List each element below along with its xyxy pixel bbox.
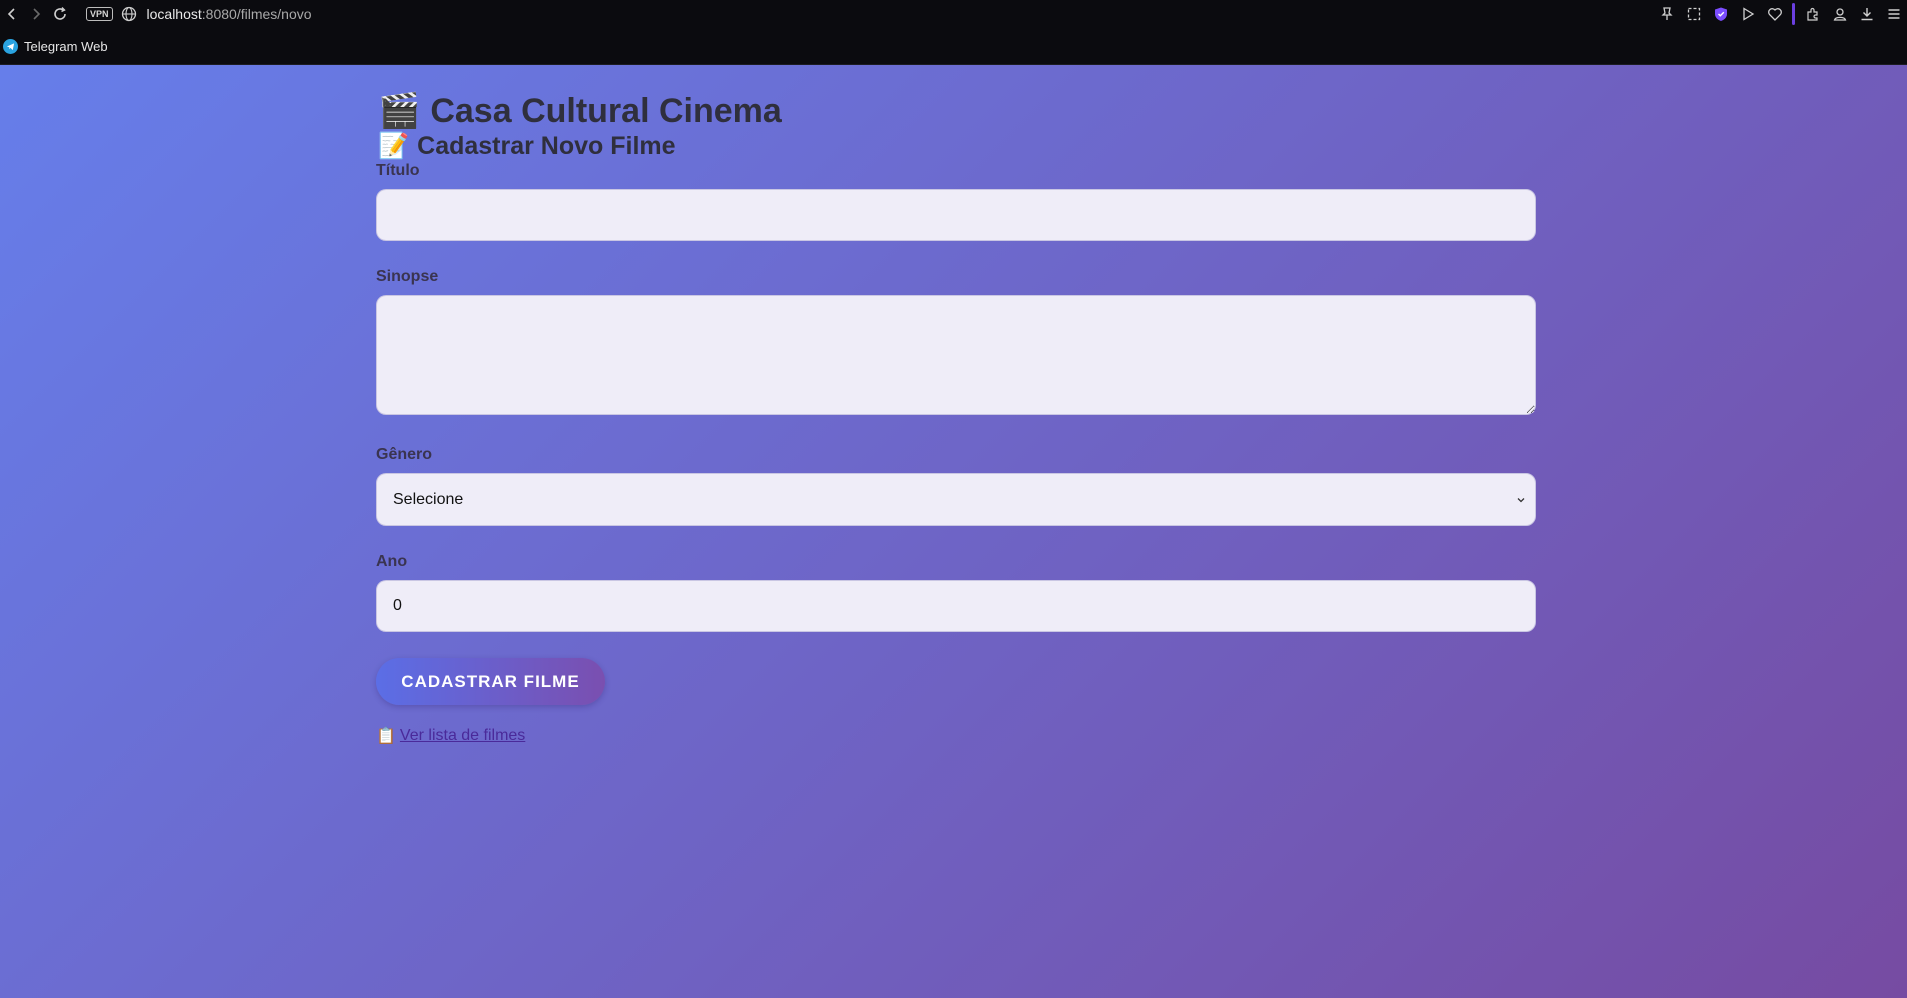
telegram-icon: [3, 38, 18, 54]
ver-lista-filmes-link[interactable]: Ver lista de filmes: [400, 727, 525, 745]
form-heading: 📝 Cadastrar Novo Filme: [378, 131, 676, 161]
bookmarks-bar: Telegram Web: [0, 28, 1907, 65]
toolbar-right-icons: [1657, 0, 1903, 28]
genero-selected-value: Selecione: [393, 490, 464, 508]
reload-icon[interactable]: [48, 2, 72, 26]
url-host: localhost: [146, 6, 202, 22]
forward-icon[interactable]: [24, 2, 48, 26]
shield-icon[interactable]: [1711, 5, 1730, 24]
toolbar-divider: [1792, 3, 1795, 25]
page-title-text: Casa Cultural Cinema: [430, 91, 782, 130]
clipboard-icon: 📋: [376, 726, 396, 745]
address-bar[interactable]: localhost:8080/filmes/novo: [147, 6, 312, 22]
ano-label: Ano: [376, 553, 408, 570]
sinopse-label: Sinopse: [376, 268, 439, 285]
profile-icon[interactable]: [1830, 5, 1849, 24]
list-link-row: 📋 Ver lista de filmes: [376, 726, 525, 745]
cadastrar-filme-button[interactable]: CADASTRAR FILME: [376, 658, 605, 705]
play-icon[interactable]: [1738, 5, 1757, 24]
heart-icon[interactable]: [1765, 5, 1784, 24]
menu-icon[interactable]: [1884, 5, 1903, 24]
back-icon[interactable]: [0, 2, 24, 26]
screenshot-icon[interactable]: [1684, 5, 1703, 24]
globe-icon: [121, 6, 136, 22]
titulo-label: Título: [376, 162, 420, 179]
page-title: 🎬 Casa Cultural Cinema: [378, 91, 782, 131]
vpn-badge[interactable]: VPN: [86, 7, 113, 21]
page-background: 🎬 Casa Cultural Cinema 📝 Cadastrar Novo …: [0, 65, 1907, 998]
sinopse-textarea[interactable]: [376, 295, 1536, 415]
bookmark-telegram-web[interactable]: Telegram Web: [24, 39, 108, 54]
pin-icon[interactable]: [1657, 5, 1676, 24]
browser-toolbar: VPN localhost:8080/filmes/novo: [0, 0, 1907, 28]
titulo-input[interactable]: [376, 189, 1536, 241]
memo-icon: 📝: [378, 131, 410, 160]
extensions-icon[interactable]: [1803, 5, 1822, 24]
url-path: :8080/filmes/novo: [201, 6, 312, 22]
genero-select[interactable]: Selecione: [376, 473, 1536, 526]
chevron-down-icon: [1517, 497, 1525, 502]
clapperboard-icon: 🎬: [378, 91, 421, 131]
genero-label: Gênero: [376, 446, 433, 463]
download-icon[interactable]: [1857, 5, 1876, 24]
ano-input[interactable]: [376, 580, 1536, 632]
form-heading-text: Cadastrar Novo Filme: [417, 131, 676, 160]
